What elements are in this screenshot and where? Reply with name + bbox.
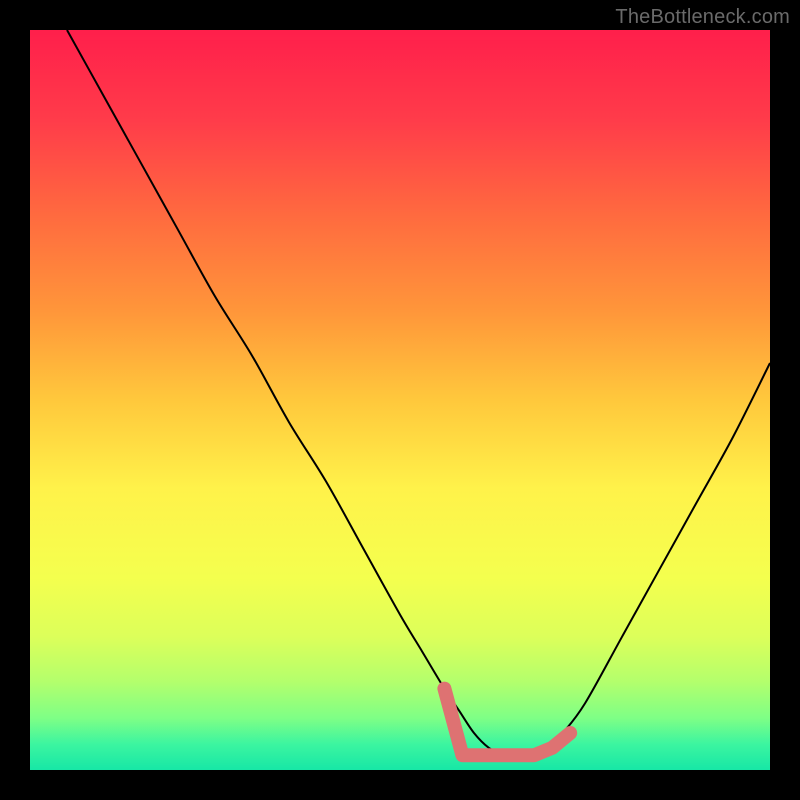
bottleneck-curve — [67, 30, 770, 756]
chart-svg — [30, 30, 770, 770]
watermark-label: TheBottleneck.com — [615, 6, 790, 29]
chart-stage: TheBottleneck.com — [0, 0, 800, 800]
fit-region-marker — [444, 689, 570, 756]
plot-area — [30, 30, 770, 770]
